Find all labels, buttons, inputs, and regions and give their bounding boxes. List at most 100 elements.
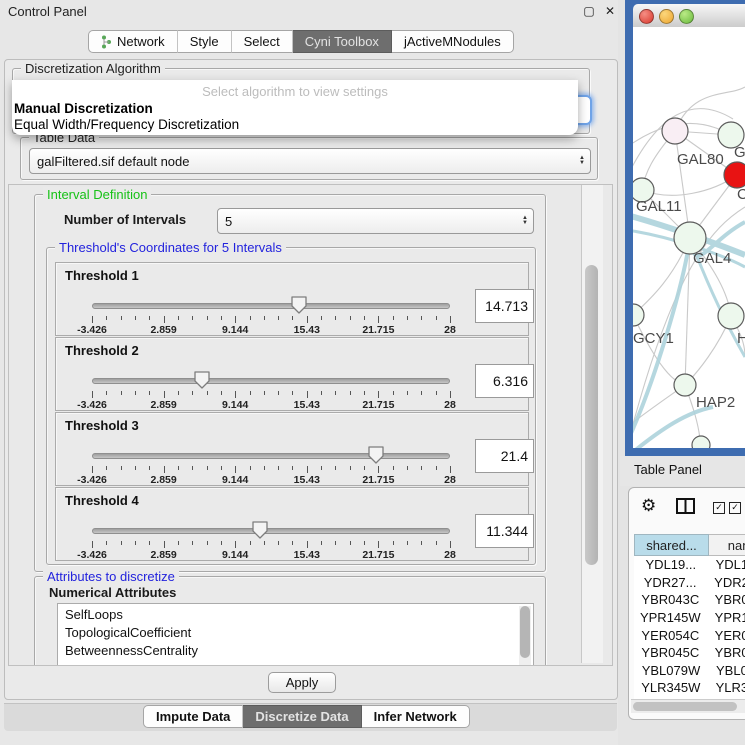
table-cell[interactable]: YBR045C	[634, 645, 707, 660]
threshold-1-value-field[interactable]	[475, 289, 534, 323]
table-row[interactable]: YER054CYER0	[634, 626, 745, 644]
float-window-icon[interactable]: ▢	[581, 3, 597, 19]
table-row[interactable]: YBR045CYBR0	[634, 644, 745, 662]
close-traffic-light-icon[interactable]	[639, 9, 654, 24]
tab-select[interactable]: Select	[232, 30, 293, 53]
checkbox-icon[interactable]: ✓	[729, 502, 741, 514]
checkbox-icon[interactable]: ✓	[713, 502, 725, 514]
table-cell[interactable]: YER054C	[634, 628, 707, 643]
table-horizontal-scrollbar[interactable]	[631, 699, 745, 713]
slider-thumb[interactable]	[290, 295, 308, 315]
network-node-hap2[interactable]	[674, 374, 696, 396]
numerical-attributes-list: SelfLoopsTopologicalCoefficientBetweenne…	[58, 604, 533, 660]
network-node[interactable]	[692, 436, 710, 448]
threshold-3-label: Threshold 3	[65, 418, 139, 433]
tab-jactivemnodules[interactable]: jActiveMNodules	[392, 30, 514, 53]
threshold-3-value-field[interactable]	[475, 439, 534, 473]
network-node-gal80[interactable]	[662, 118, 688, 144]
table-cell[interactable]: YPR145W	[634, 610, 707, 625]
table-cell[interactable]: YBL079W	[634, 663, 708, 678]
threshold-4-value-field[interactable]	[475, 514, 534, 548]
slider-track[interactable]	[92, 453, 450, 459]
settings-scrollbar-thumb[interactable]	[585, 265, 598, 565]
threshold-2-box: Threshold 2 -3.4262.8599.14415.4321.7152…	[55, 337, 529, 411]
discretization-algorithm-title: Discretization Algorithm	[21, 61, 165, 76]
threshold-4-slider[interactable]: -3.4262.8599.14415.4321.71528	[90, 521, 452, 559]
tab-cyni-toolbox[interactable]: Cyni Toolbox	[293, 30, 392, 53]
split-columns-icon[interactable]	[676, 498, 695, 517]
attribute-item[interactable]: SelfLoops	[58, 606, 533, 624]
table-cell[interactable]: YBL0	[708, 663, 745, 678]
attribute-item[interactable]: BetweennessCentrality	[58, 642, 533, 660]
table-row[interactable]: YBL079WYBL0	[634, 662, 745, 680]
table-cell[interactable]: YBR0	[707, 592, 745, 607]
tab-discretize-data-label: Discretize Data	[255, 709, 348, 724]
slider-thumb[interactable]	[193, 370, 211, 390]
slider-thumb[interactable]	[367, 445, 385, 465]
threshold-2-value-field[interactable]	[475, 364, 534, 398]
tab-impute-data[interactable]: Impute Data	[143, 705, 243, 728]
node-label-gal4: GAL4	[693, 250, 731, 267]
settings-vertical-scrollbar[interactable]	[581, 185, 603, 663]
close-window-icon[interactable]: ✕	[602, 3, 618, 19]
apply-button[interactable]: Apply	[268, 672, 336, 693]
node-table-widget: ⚙ ✓ ✓ shared... name YDL19...YDL1YDR27..…	[628, 487, 745, 720]
table-cell[interactable]: YDL19...	[634, 557, 708, 572]
network-node-gcy1[interactable]	[633, 304, 644, 326]
tab-infer-network[interactable]: Infer Network	[362, 705, 470, 728]
number-of-intervals-label: Number of Intervals	[64, 212, 186, 227]
minimize-traffic-light-icon[interactable]	[659, 9, 674, 24]
column-header-name[interactable]: name	[709, 534, 745, 556]
number-of-intervals-value: 5	[218, 214, 517, 229]
table-cell[interactable]: YDL1	[708, 557, 745, 572]
node-label-hap2: HAP2	[696, 394, 735, 411]
table-data-combobox[interactable]: galFiltered.sif default node ▲▼	[29, 148, 591, 174]
threshold-2-slider[interactable]: -3.4262.8599.14415.4321.71528	[90, 371, 452, 409]
slider-track[interactable]	[92, 528, 450, 534]
algorithm-option-equal-width[interactable]: Equal Width/Frequency Discretization	[14, 117, 239, 132]
network-node-selected[interactable]	[724, 162, 745, 188]
slider-thumb[interactable]	[251, 520, 269, 540]
number-of-intervals-combobox[interactable]: 5 ▲▼	[217, 208, 534, 234]
numerical-attributes-label: Numerical Attributes	[49, 585, 176, 600]
network-window-titlebar[interactable]	[633, 4, 745, 28]
algorithm-option-manual[interactable]: Manual Discretization	[14, 101, 153, 116]
tab-discretize-data[interactable]: Discretize Data	[243, 705, 361, 728]
table-cell[interactable]: YDR27...	[634, 575, 706, 590]
gear-icon[interactable]: ⚙	[641, 496, 656, 516]
table-cell[interactable]: YBR0	[707, 645, 745, 660]
table-row[interactable]: YDR27...YDR2	[634, 574, 745, 592]
threshold-3-slider[interactable]: -3.4262.8599.14415.4321.71528	[90, 446, 452, 484]
table-cell[interactable]: YER0	[707, 628, 745, 643]
table-cell[interactable]: YLR345W	[634, 680, 708, 695]
node-label-partial: H	[737, 330, 745, 347]
tab-style[interactable]: Style	[178, 30, 232, 53]
table-cell[interactable]: YPR1	[707, 610, 745, 625]
table-cell[interactable]: YBR043C	[634, 592, 707, 607]
slider-ticks	[92, 466, 450, 474]
network-icon	[101, 35, 112, 49]
slider-track[interactable]	[92, 378, 450, 384]
tab-network-label: Network	[117, 34, 165, 49]
zoom-traffic-light-icon[interactable]	[679, 9, 694, 24]
table-cell[interactable]: YDR2	[706, 575, 745, 590]
attributes-scrollbar-thumb[interactable]	[520, 606, 530, 658]
attribute-item[interactable]: TopologicalCoefficient	[58, 624, 533, 642]
table-row[interactable]: YDL19...YDL1	[634, 556, 745, 574]
tab-network[interactable]: Network	[88, 30, 178, 53]
slider-track[interactable]	[92, 303, 450, 309]
node-label-gal11: GAL11	[636, 198, 682, 215]
table-row[interactable]: YLR345WYLR3	[634, 679, 745, 697]
table-cell[interactable]: YLR3	[708, 680, 745, 695]
table-row[interactable]: YBR043CYBR0	[634, 591, 745, 609]
table-row[interactable]: YPR145WYPR1	[634, 609, 745, 627]
threshold-1-slider[interactable]: -3.4262.8599.14415.4321.71528	[90, 296, 452, 334]
column-header-shared-name[interactable]: shared...	[634, 534, 709, 556]
table-hscrollbar-thumb[interactable]	[633, 702, 737, 711]
network-canvas[interactable]: GAL80 GA GAL11 C GAL4 GCY1 H HAP2	[633, 27, 745, 448]
slider-ticks	[92, 391, 450, 399]
table-panel-bar: Table Panel	[620, 456, 745, 486]
network-node[interactable]	[718, 303, 744, 329]
attributes-list-scrollbar[interactable]	[519, 606, 531, 666]
tab-select-label: Select	[244, 34, 280, 49]
